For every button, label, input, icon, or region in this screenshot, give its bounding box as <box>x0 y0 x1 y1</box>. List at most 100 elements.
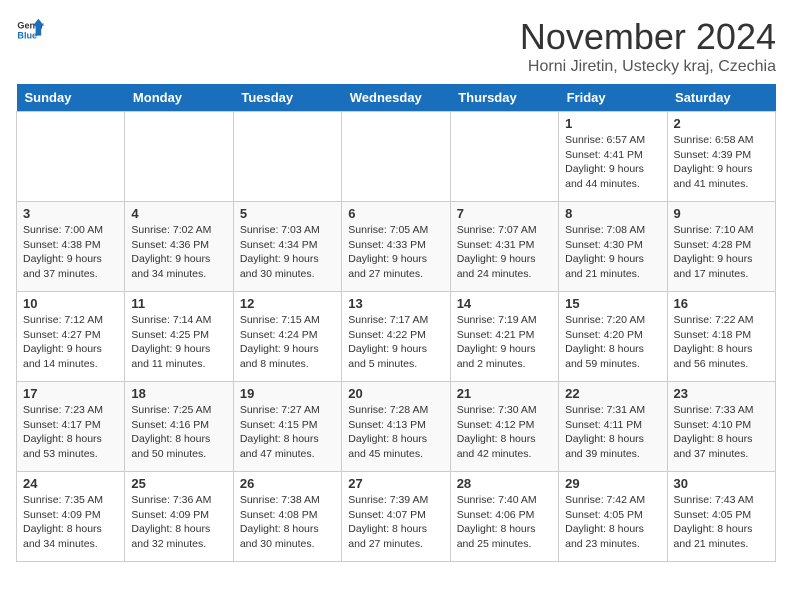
day-number: 19 <box>240 386 335 401</box>
calendar-cell: 3Sunrise: 7:00 AM Sunset: 4:38 PM Daylig… <box>17 202 125 292</box>
day-number: 1 <box>565 116 660 131</box>
day-number: 9 <box>674 206 769 221</box>
calendar-cell: 30 Sunrise: 7:43 AM Sunset: 4:05 PM Dayli… <box>667 472 775 562</box>
weekday-header: Sunday <box>17 84 125 112</box>
day-info: Sunrise: 7:39 AM Sunset: 4:07 PM Dayligh… <box>348 493 443 552</box>
day-info: Sunrise: 7:07 AM Sunset: 4:31 PM Dayligh… <box>457 223 552 282</box>
day-number: 6 <box>348 206 443 221</box>
calendar-week-row: 1 Sunrise: 6:57 AM Sunset: 4:41 PM Daylig… <box>17 112 776 202</box>
day-number: 18 <box>131 386 226 401</box>
day-info: Sunrise: 7:05 AM Sunset: 4:33 PM Dayligh… <box>348 223 443 282</box>
calendar-cell: 13Sunrise: 7:17 AM Sunset: 4:22 PM Dayli… <box>342 292 450 382</box>
calendar-cell: 2 Sunrise: 6:58 AM Sunset: 4:39 PM Daylig… <box>667 112 775 202</box>
calendar-cell: 5 Sunrise: 7:03 AM Sunset: 4:34 PM Daylig… <box>233 202 341 292</box>
day-number: 14 <box>457 296 552 311</box>
calendar-cell: 20Sunrise: 7:28 AM Sunset: 4:13 PM Dayli… <box>342 382 450 472</box>
day-number: 25 <box>131 476 226 491</box>
day-number: 8 <box>565 206 660 221</box>
logo-icon: General Blue <box>16 16 44 44</box>
day-number: 20 <box>348 386 443 401</box>
day-info: Sunrise: 7:08 AM Sunset: 4:30 PM Dayligh… <box>565 223 660 282</box>
day-info: Sunrise: 7:35 AM Sunset: 4:09 PM Dayligh… <box>23 493 118 552</box>
day-number: 15 <box>565 296 660 311</box>
day-info: Sunrise: 7:02 AM Sunset: 4:36 PM Dayligh… <box>131 223 226 282</box>
svg-text:Blue: Blue <box>17 30 37 40</box>
day-info: Sunrise: 7:31 AM Sunset: 4:11 PM Dayligh… <box>565 403 660 462</box>
day-info: Sunrise: 7:15 AM Sunset: 4:24 PM Dayligh… <box>240 313 335 372</box>
day-info: Sunrise: 7:30 AM Sunset: 4:12 PM Dayligh… <box>457 403 552 462</box>
calendar-cell <box>342 112 450 202</box>
calendar-cell: 23 Sunrise: 7:33 AM Sunset: 4:10 PM Dayli… <box>667 382 775 472</box>
weekday-header: Saturday <box>667 84 775 112</box>
day-info: Sunrise: 6:58 AM Sunset: 4:39 PM Dayligh… <box>674 133 769 192</box>
day-info: Sunrise: 7:22 AM Sunset: 4:18 PM Dayligh… <box>674 313 769 372</box>
day-number: 23 <box>674 386 769 401</box>
day-number: 27 <box>348 476 443 491</box>
day-number: 11 <box>131 296 226 311</box>
day-info: Sunrise: 7:12 AM Sunset: 4:27 PM Dayligh… <box>23 313 118 372</box>
day-info: Sunrise: 7:03 AM Sunset: 4:34 PM Dayligh… <box>240 223 335 282</box>
day-number: 5 <box>240 206 335 221</box>
day-info: Sunrise: 6:57 AM Sunset: 4:41 PM Dayligh… <box>565 133 660 192</box>
day-info: Sunrise: 7:42 AM Sunset: 4:05 PM Dayligh… <box>565 493 660 552</box>
day-info: Sunrise: 7:10 AM Sunset: 4:28 PM Dayligh… <box>674 223 769 282</box>
calendar-week-row: 10 Sunrise: 7:12 AM Sunset: 4:27 PM Dayli… <box>17 292 776 382</box>
weekday-header: Wednesday <box>342 84 450 112</box>
day-info: Sunrise: 7:25 AM Sunset: 4:16 PM Dayligh… <box>131 403 226 462</box>
weekday-header-row: SundayMondayTuesdayWednesdayThursdayFrid… <box>17 84 776 112</box>
calendar-cell: 15Sunrise: 7:20 AM Sunset: 4:20 PM Dayli… <box>559 292 667 382</box>
day-number: 10 <box>23 296 118 311</box>
day-number: 4 <box>131 206 226 221</box>
calendar-week-row: 17 Sunrise: 7:23 AM Sunset: 4:17 PM Dayli… <box>17 382 776 472</box>
calendar-cell: 26 Sunrise: 7:38 AM Sunset: 4:08 PM Dayli… <box>233 472 341 562</box>
day-number: 17 <box>23 386 118 401</box>
calendar-cell: 14 Sunrise: 7:19 AM Sunset: 4:21 PM Dayli… <box>450 292 558 382</box>
calendar-cell: 25 Sunrise: 7:36 AM Sunset: 4:09 PM Dayli… <box>125 472 233 562</box>
page-header: General Blue November 2024 Horni Jiretin… <box>16 16 776 76</box>
weekday-header: Friday <box>559 84 667 112</box>
title-section: November 2024 Horni Jiretin, Ustecky kra… <box>520 16 776 76</box>
weekday-header: Thursday <box>450 84 558 112</box>
calendar-cell: 10 Sunrise: 7:12 AM Sunset: 4:27 PM Dayli… <box>17 292 125 382</box>
day-number: 2 <box>674 116 769 131</box>
calendar-cell: 1 Sunrise: 6:57 AM Sunset: 4:41 PM Daylig… <box>559 112 667 202</box>
day-info: Sunrise: 7:27 AM Sunset: 4:15 PM Dayligh… <box>240 403 335 462</box>
day-number: 28 <box>457 476 552 491</box>
calendar-cell <box>125 112 233 202</box>
calendar-cell: 16 Sunrise: 7:22 AM Sunset: 4:18 PM Dayli… <box>667 292 775 382</box>
day-info: Sunrise: 7:33 AM Sunset: 4:10 PM Dayligh… <box>674 403 769 462</box>
day-info: Sunrise: 7:40 AM Sunset: 4:06 PM Dayligh… <box>457 493 552 552</box>
day-info: Sunrise: 7:23 AM Sunset: 4:17 PM Dayligh… <box>23 403 118 462</box>
calendar-cell: 6 Sunrise: 7:05 AM Sunset: 4:33 PM Daylig… <box>342 202 450 292</box>
calendar-cell: 11Sunrise: 7:14 AM Sunset: 4:25 PM Dayli… <box>125 292 233 382</box>
day-info: Sunrise: 7:19 AM Sunset: 4:21 PM Dayligh… <box>457 313 552 372</box>
day-number: 22 <box>565 386 660 401</box>
calendar-subtitle: Horni Jiretin, Ustecky kraj, Czechia <box>520 58 776 76</box>
calendar-cell <box>450 112 558 202</box>
day-number: 16 <box>674 296 769 311</box>
day-number: 13 <box>348 296 443 311</box>
calendar-cell: 29Sunrise: 7:42 AM Sunset: 4:05 PM Dayli… <box>559 472 667 562</box>
weekday-header: Monday <box>125 84 233 112</box>
calendar-title: November 2024 <box>520 16 776 58</box>
calendar-cell: 18 Sunrise: 7:25 AM Sunset: 4:16 PM Dayli… <box>125 382 233 472</box>
calendar-cell: 22 Sunrise: 7:31 AM Sunset: 4:11 PM Dayli… <box>559 382 667 472</box>
calendar-cell <box>17 112 125 202</box>
day-info: Sunrise: 7:36 AM Sunset: 4:09 PM Dayligh… <box>131 493 226 552</box>
calendar-table: SundayMondayTuesdayWednesdayThursdayFrid… <box>16 84 776 562</box>
calendar-cell: 17 Sunrise: 7:23 AM Sunset: 4:17 PM Dayli… <box>17 382 125 472</box>
day-number: 26 <box>240 476 335 491</box>
day-number: 24 <box>23 476 118 491</box>
day-number: 12 <box>240 296 335 311</box>
day-number: 30 <box>674 476 769 491</box>
calendar-cell: 8 Sunrise: 7:08 AM Sunset: 4:30 PM Daylig… <box>559 202 667 292</box>
day-info: Sunrise: 7:38 AM Sunset: 4:08 PM Dayligh… <box>240 493 335 552</box>
calendar-cell <box>233 112 341 202</box>
day-number: 21 <box>457 386 552 401</box>
calendar-cell: 12 Sunrise: 7:15 AM Sunset: 4:24 PM Dayli… <box>233 292 341 382</box>
calendar-week-row: 24 Sunrise: 7:35 AM Sunset: 4:09 PM Dayli… <box>17 472 776 562</box>
calendar-cell: 27 Sunrise: 7:39 AM Sunset: 4:07 PM Dayli… <box>342 472 450 562</box>
day-info: Sunrise: 7:43 AM Sunset: 4:05 PM Dayligh… <box>674 493 769 552</box>
calendar-cell: 4 Sunrise: 7:02 AM Sunset: 4:36 PM Daylig… <box>125 202 233 292</box>
calendar-week-row: 3Sunrise: 7:00 AM Sunset: 4:38 PM Daylig… <box>17 202 776 292</box>
